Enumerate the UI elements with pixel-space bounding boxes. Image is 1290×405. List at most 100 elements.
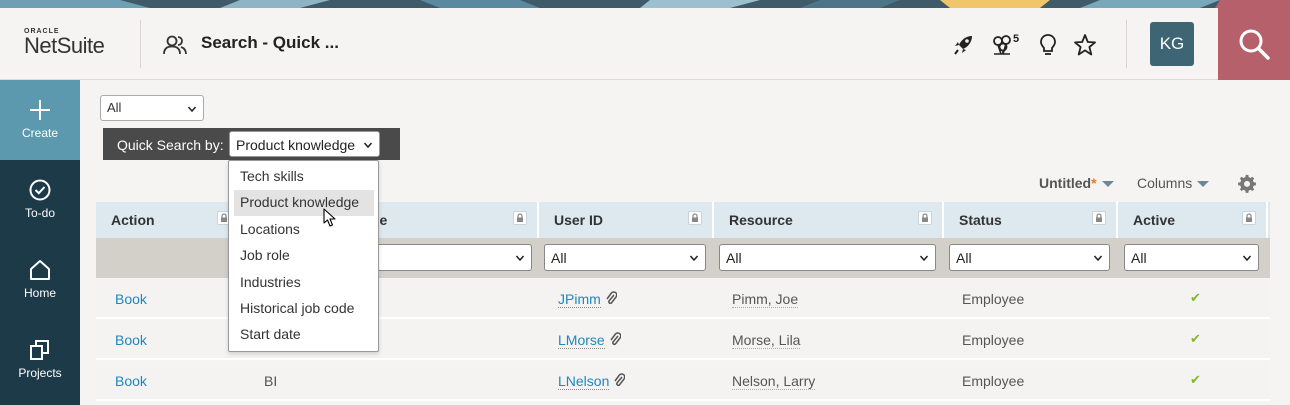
sidebar-item-label: Create xyxy=(21,126,59,140)
quick-search-select[interactable]: Product knowledge xyxy=(229,131,380,157)
netsuite-logo[interactable]: ORACLE NetSuite xyxy=(24,28,124,57)
columns-menu[interactable]: Columns xyxy=(1137,175,1210,191)
quick-search-dropdown: Tech skills Product knowledge Locations … xyxy=(228,160,379,352)
lock-icon xyxy=(1246,213,1252,222)
resource-cell[interactable]: Nelson, Larry xyxy=(732,373,816,390)
lock-icon xyxy=(1096,213,1102,222)
status-cell: Employee xyxy=(962,373,1025,389)
people-icon xyxy=(163,35,187,55)
sidebar-item-home[interactable]: Home xyxy=(0,240,80,320)
saved-search-filter-select[interactable]: All xyxy=(100,95,204,121)
active-filter-select[interactable]: All xyxy=(1124,244,1259,271)
rocket-icon[interactable] xyxy=(952,32,978,58)
sidebar-item-create[interactable]: Create xyxy=(0,80,80,160)
caret-down-icon xyxy=(1101,181,1114,188)
global-search-button[interactable] xyxy=(1218,8,1290,80)
lock-column-button[interactable] xyxy=(1092,211,1106,225)
sidebar-item-to-do[interactable]: To-do xyxy=(0,160,80,240)
filter-value: All xyxy=(956,250,972,266)
columns-label: Columns xyxy=(1137,175,1193,191)
table-row: Book BI LNelson Nelson, Larry Employee ✔ xyxy=(96,361,1270,401)
star-icon[interactable] xyxy=(1072,32,1098,58)
view-name-label: Untitled xyxy=(1039,175,1092,191)
lock-column-button[interactable] xyxy=(688,211,702,225)
resource-cell[interactable]: Morse, Lila xyxy=(732,332,801,349)
user-avatar[interactable]: KG xyxy=(1150,22,1194,66)
book-link[interactable]: Book xyxy=(115,332,147,348)
column-header-label: Active xyxy=(1133,212,1176,228)
status-filter-select[interactable]: All xyxy=(949,244,1110,271)
quick-search-value: Product knowledge xyxy=(236,137,356,153)
product-knowledge-filter-select[interactable] xyxy=(376,244,532,271)
lock-column-button[interactable] xyxy=(513,211,527,225)
projects-icon xyxy=(30,340,49,360)
lock-column-button[interactable] xyxy=(918,211,932,225)
lock-column-button[interactable] xyxy=(1242,211,1256,225)
dropdown-option-locations[interactable]: Locations xyxy=(234,217,374,243)
product-knowledge-cell: BI xyxy=(264,373,278,389)
column-header-user-id[interactable]: User ID xyxy=(539,202,714,238)
filter-value: All xyxy=(551,250,567,266)
user-id-cell: JPimm xyxy=(558,291,617,308)
resource-cell[interactable]: Pimm, Joe xyxy=(732,291,799,308)
column-header-resource[interactable]: Resource xyxy=(714,202,944,238)
mouse-cursor-icon xyxy=(323,208,336,227)
checkmark-icon: ✔ xyxy=(1190,290,1201,305)
paperclip-icon[interactable] xyxy=(605,291,617,306)
logo-netsuite-text: NetSuite xyxy=(24,33,105,58)
lock-icon xyxy=(517,213,523,222)
home-icon xyxy=(30,260,50,280)
lightbulb-icon[interactable] xyxy=(1035,32,1061,58)
sidebar-item-projects[interactable]: Projects xyxy=(0,320,80,400)
column-header-label: Status xyxy=(959,212,1002,228)
book-link[interactable]: Book xyxy=(115,373,147,389)
chevron-down-icon xyxy=(1094,255,1102,262)
chevron-down-icon xyxy=(690,255,698,262)
search-icon xyxy=(1239,29,1270,60)
chevron-down-icon xyxy=(1243,255,1251,262)
lock-icon xyxy=(922,213,928,222)
user-id-filter-select[interactable]: All xyxy=(544,244,706,271)
user-id-cell: LMorse xyxy=(558,332,621,349)
checkmark-icon: ✔ xyxy=(1190,331,1201,346)
column-header-label: Action xyxy=(111,212,155,228)
view-name-menu[interactable]: Untitled* xyxy=(1039,175,1114,191)
user-id-link[interactable]: LMorse xyxy=(558,332,605,349)
dropdown-option-tech-skills[interactable]: Tech skills xyxy=(234,164,374,190)
filter-value: All xyxy=(1131,250,1147,266)
view-modified-marker: * xyxy=(1091,175,1097,191)
dropdown-option-start-date[interactable]: Start date xyxy=(234,322,374,348)
user-id-link[interactable]: JPimm xyxy=(558,291,601,308)
dropdown-option-historical-job-code[interactable]: Historical job code xyxy=(234,296,374,322)
caret-down-icon xyxy=(1197,181,1210,188)
quick-search-label: Quick Search by: xyxy=(117,137,224,153)
paperclip-icon[interactable] xyxy=(609,332,621,347)
user-id-link[interactable]: LNelson xyxy=(558,373,610,390)
notification-count: 5 xyxy=(1013,33,1020,45)
status-cell: Employee xyxy=(962,291,1025,307)
chevron-down-icon xyxy=(920,255,928,262)
sidebar-item-label: To-do xyxy=(24,206,56,220)
plus-icon xyxy=(30,100,50,120)
column-header-action[interactable]: Action xyxy=(96,202,243,238)
user-id-cell: LNelson xyxy=(558,373,626,390)
paperclip-icon[interactable] xyxy=(613,373,626,388)
column-header-label: Resource xyxy=(729,212,793,228)
column-header-status[interactable]: Status xyxy=(944,202,1118,238)
sidebar-nav: Create To-do Home Projects xyxy=(0,80,80,405)
chevron-down-icon xyxy=(364,142,372,149)
check-circle-icon xyxy=(29,179,51,201)
book-link[interactable]: Book xyxy=(115,291,147,307)
header-banner-decoration xyxy=(0,0,1290,8)
header-divider xyxy=(140,20,141,68)
checkmark-icon: ✔ xyxy=(1190,372,1201,387)
column-header-active[interactable]: Active xyxy=(1118,202,1268,238)
resource-filter-select[interactable]: All xyxy=(719,244,936,271)
dropdown-option-job-role[interactable]: Job role xyxy=(234,243,374,269)
sidebar-item-label: Projects xyxy=(18,366,62,380)
column-header-label: User ID xyxy=(554,212,604,228)
dropdown-option-product-knowledge[interactable]: Product knowledge xyxy=(234,190,374,216)
gear-icon[interactable] xyxy=(1238,174,1257,193)
filter-value: All xyxy=(726,250,742,266)
dropdown-option-industries[interactable]: Industries xyxy=(234,270,374,296)
